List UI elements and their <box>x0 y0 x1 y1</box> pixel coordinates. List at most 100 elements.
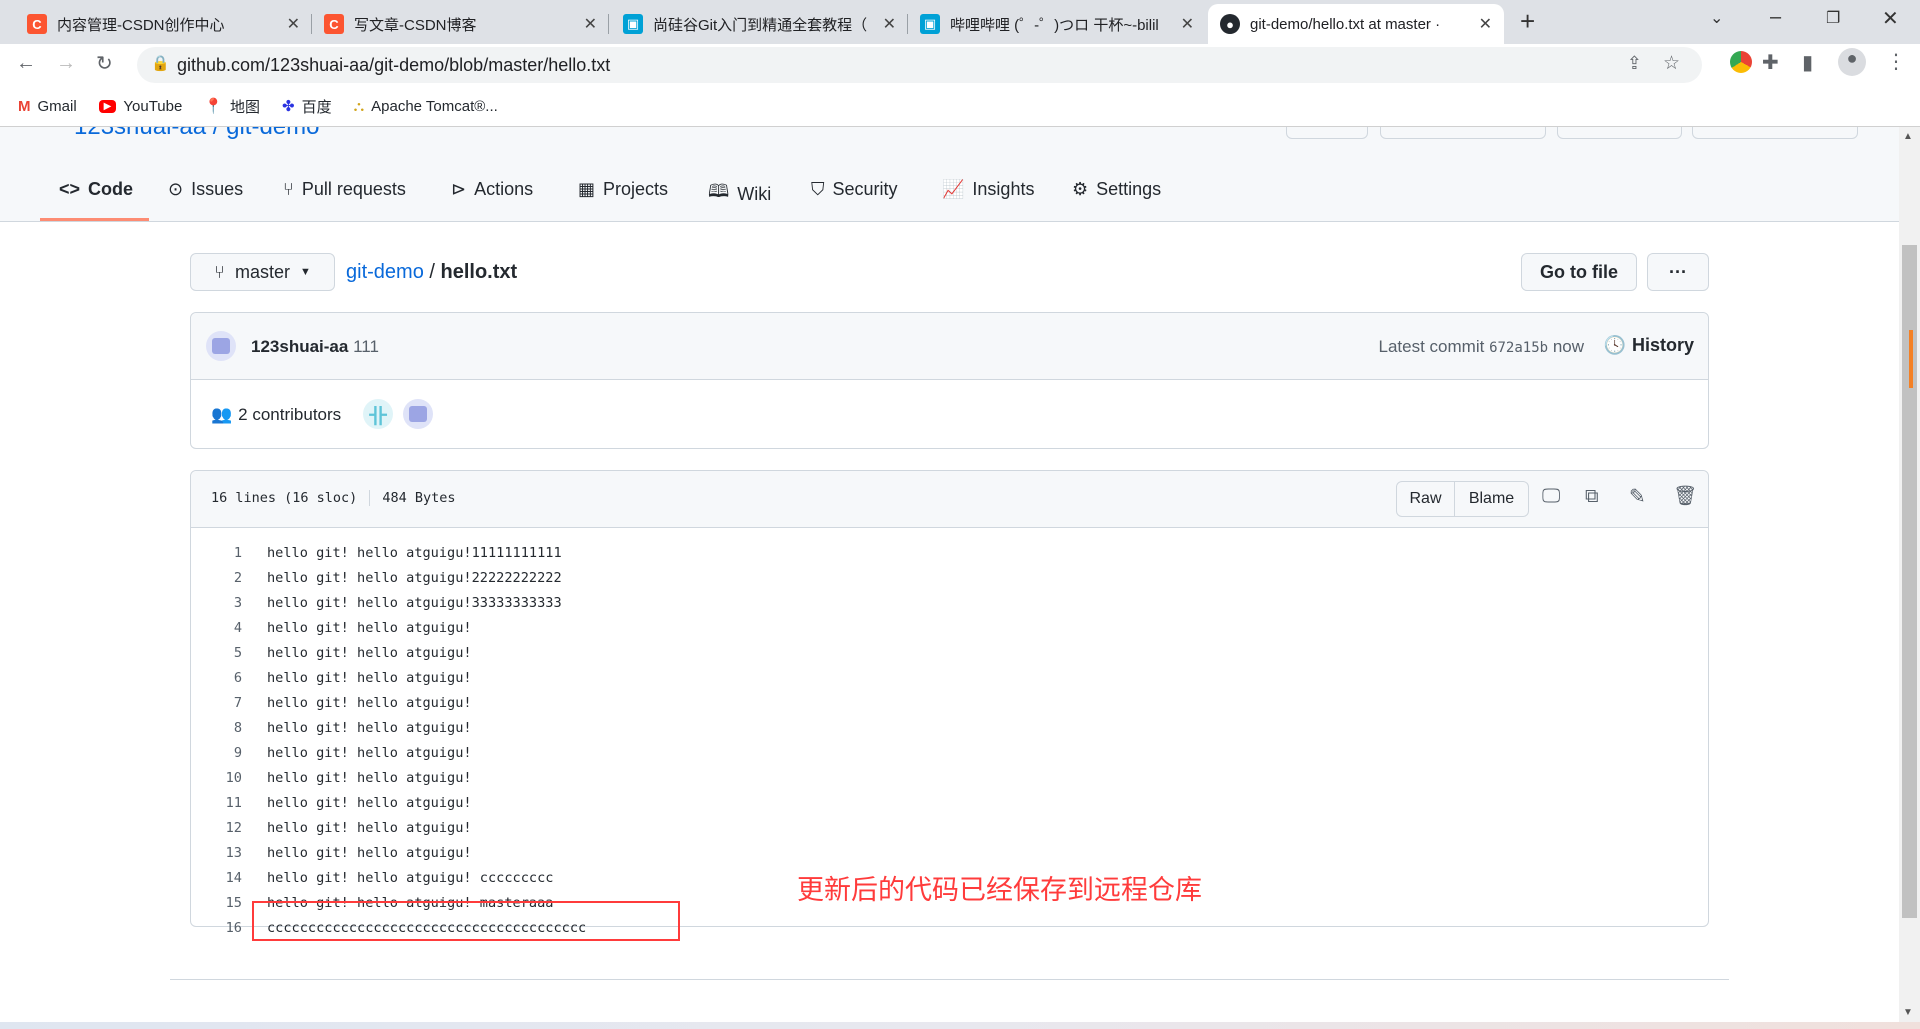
tab-label: Security <box>832 179 898 199</box>
profile-avatar[interactable]: ● <box>1838 48 1866 76</box>
bookmark-baidu[interactable]: ✤ 百度 <box>282 96 332 117</box>
commit-sha[interactable]: 672a15b <box>1489 340 1548 356</box>
reload-icon[interactable]: ↻ <box>96 51 113 76</box>
tab-wiki[interactable]: 🕮 Wiki <box>708 179 771 209</box>
tab-pull-requests[interactable]: ⑂ Pull requests <box>283 179 406 200</box>
copy-icon[interactable]: ⧉ <box>1585 486 1599 508</box>
sponsor-button[interactable] <box>1692 127 1858 139</box>
browser-tab[interactable]: ▣ 尚硅谷Git入门到精通全套教程（ ✕ <box>611 4 908 44</box>
scroll-down-icon[interactable]: ▼ <box>1903 1007 1913 1018</box>
minimize-button[interactable]: – <box>1770 6 1781 29</box>
edit-pencil-icon[interactable]: ✎ <box>1629 484 1646 509</box>
line-content: hello git! hello atguigu! <box>267 770 472 786</box>
tab-code[interactable]: <> Code <box>59 179 133 200</box>
repo-title-partial[interactable]: 123shuai-aa / git-demo <box>74 127 319 141</box>
tab-label: Projects <box>603 179 669 199</box>
close-window-button[interactable]: ✕ <box>1882 6 1899 31</box>
gmail-icon: M <box>18 97 31 115</box>
contributors[interactable]: 👥 2 contributors <box>211 405 341 425</box>
line-number[interactable]: 4 <box>191 616 242 641</box>
line-number[interactable]: 16 <box>191 916 242 941</box>
scroll-up-icon[interactable]: ▲ <box>1903 131 1913 142</box>
fork-button[interactable] <box>1380 127 1546 139</box>
bookmark-maps[interactable]: 📍 地图 <box>204 96 260 117</box>
line-content: hello git! hello atguigu! <box>267 695 472 711</box>
watch-button[interactable] <box>1286 127 1368 139</box>
line-number[interactable]: 6 <box>191 666 242 691</box>
branch-select-button[interactable]: ⑂ master ▼ <box>190 253 335 291</box>
breadcrumb-repo-link[interactable]: git-demo <box>346 261 424 283</box>
tab-projects[interactable]: ▦ Projects <box>578 179 668 200</box>
tab-actions[interactable]: ⊳ Actions <box>451 179 533 200</box>
close-icon[interactable]: ✕ <box>1181 14 1194 34</box>
share-icon[interactable]: ⇪ <box>1627 53 1642 74</box>
close-icon[interactable]: ✕ <box>883 14 896 34</box>
tab-search-icon[interactable]: ⌄ <box>1710 8 1723 28</box>
desktop-icon[interactable]: 🖵 <box>1542 486 1560 508</box>
tab-title: 写文章-CSDN博客 <box>354 16 477 34</box>
raw-button[interactable]: Raw <box>1397 482 1455 516</box>
forward-icon[interactable]: → <box>56 52 76 75</box>
go-to-file-button[interactable]: Go to file <box>1521 253 1637 291</box>
address-bar[interactable]: 🔒 github.com/123shuai-aa/git-demo/blob/m… <box>137 47 1702 83</box>
tab-issues[interactable]: ⊙ Issues <box>168 179 243 200</box>
new-tab-button[interactable]: + <box>1520 6 1535 37</box>
line-number[interactable]: 1 <box>191 541 242 566</box>
code-line: 12 hello git! hello atguigu! <box>191 816 1708 841</box>
close-icon[interactable]: ✕ <box>287 14 300 34</box>
browser-tab[interactable]: C 写文章-CSDN博客 ✕ <box>312 4 609 44</box>
bookmark-tomcat[interactable]: ⛬ Apache Tomcat®... <box>354 98 498 115</box>
commit-author[interactable]: 123shuai-aa <box>251 337 348 356</box>
line-number[interactable]: 7 <box>191 691 242 716</box>
author-avatar[interactable] <box>206 331 236 361</box>
bookmark-gmail[interactable]: M Gmail <box>18 98 77 115</box>
chrome-extension-icon[interactable] <box>1730 51 1752 73</box>
commit-box: 123shuai-aa 111 Latest commit 672a15b no… <box>190 312 1709 449</box>
shield-icon: ⛉ <box>811 179 825 199</box>
csdn-icon: C <box>27 14 47 34</box>
scroll-marker <box>1909 330 1913 388</box>
commit-message[interactable]: 111 <box>353 337 379 356</box>
line-number[interactable]: 9 <box>191 741 242 766</box>
restore-button[interactable]: ❐ <box>1826 8 1840 28</box>
extensions-icon[interactable]: ✚ <box>1762 50 1779 75</box>
browser-tab[interactable]: C 内容管理-CSDN创作中心 ✕ <box>15 4 312 44</box>
people-icon: 👥 <box>211 405 233 424</box>
code-line: 10 hello git! hello atguigu! <box>191 766 1708 791</box>
line-content: hello git! hello atguigu! <box>267 820 472 836</box>
tab-security[interactable]: ⛉ Security <box>811 179 898 200</box>
raw-blame-group: Raw Blame <box>1396 481 1529 517</box>
line-number[interactable]: 11 <box>191 791 242 816</box>
more-options-button[interactable]: ··· <box>1647 253 1709 291</box>
close-icon[interactable]: ✕ <box>584 14 597 34</box>
browser-tab[interactable]: ▣ 哔哩哔哩 (゜-゜)つロ 干杯~-bilil ✕ <box>908 4 1206 44</box>
line-number[interactable]: 10 <box>191 766 242 791</box>
bookmark-youtube[interactable]: ▶ YouTube <box>98 98 182 115</box>
history-link[interactable]: 🕓 History <box>1604 335 1694 356</box>
blame-button[interactable]: Blame <box>1455 482 1528 516</box>
line-count: 16 lines (16 sloc) <box>211 490 358 506</box>
scrollbar[interactable]: ▲ ▼ <box>1899 127 1920 1022</box>
line-number[interactable]: 12 <box>191 816 242 841</box>
contributor-avatar[interactable] <box>403 399 433 429</box>
trash-icon[interactable]: 🗑 <box>1673 484 1697 508</box>
line-number[interactable]: 14 <box>191 866 242 891</box>
line-number[interactable]: 3 <box>191 591 242 616</box>
line-number[interactable]: 13 <box>191 841 242 866</box>
bookmark-star-icon[interactable]: ☆ <box>1663 52 1680 75</box>
tab-title: 尚硅谷Git入门到精通全套教程（ <box>653 16 868 34</box>
contributor-avatar[interactable]: 卝 <box>363 399 393 429</box>
tab-settings[interactable]: ⚙ Settings <box>1072 179 1161 200</box>
tab-label: Code <box>88 179 134 199</box>
line-number[interactable]: 15 <box>191 891 242 916</box>
star-button[interactable] <box>1557 127 1682 139</box>
browser-tab-active[interactable]: ● git-demo/hello.txt at master · ✕ <box>1208 4 1504 44</box>
line-number[interactable]: 8 <box>191 716 242 741</box>
close-icon[interactable]: ✕ <box>1479 14 1492 34</box>
line-number[interactable]: 5 <box>191 641 242 666</box>
menu-icon[interactable]: ⋮ <box>1886 49 1906 74</box>
back-icon[interactable]: ← <box>16 52 36 75</box>
side-panel-icon[interactable]: ▮ <box>1802 50 1813 75</box>
line-number[interactable]: 2 <box>191 566 242 591</box>
tab-insights[interactable]: 📈 Insights <box>942 179 1034 200</box>
